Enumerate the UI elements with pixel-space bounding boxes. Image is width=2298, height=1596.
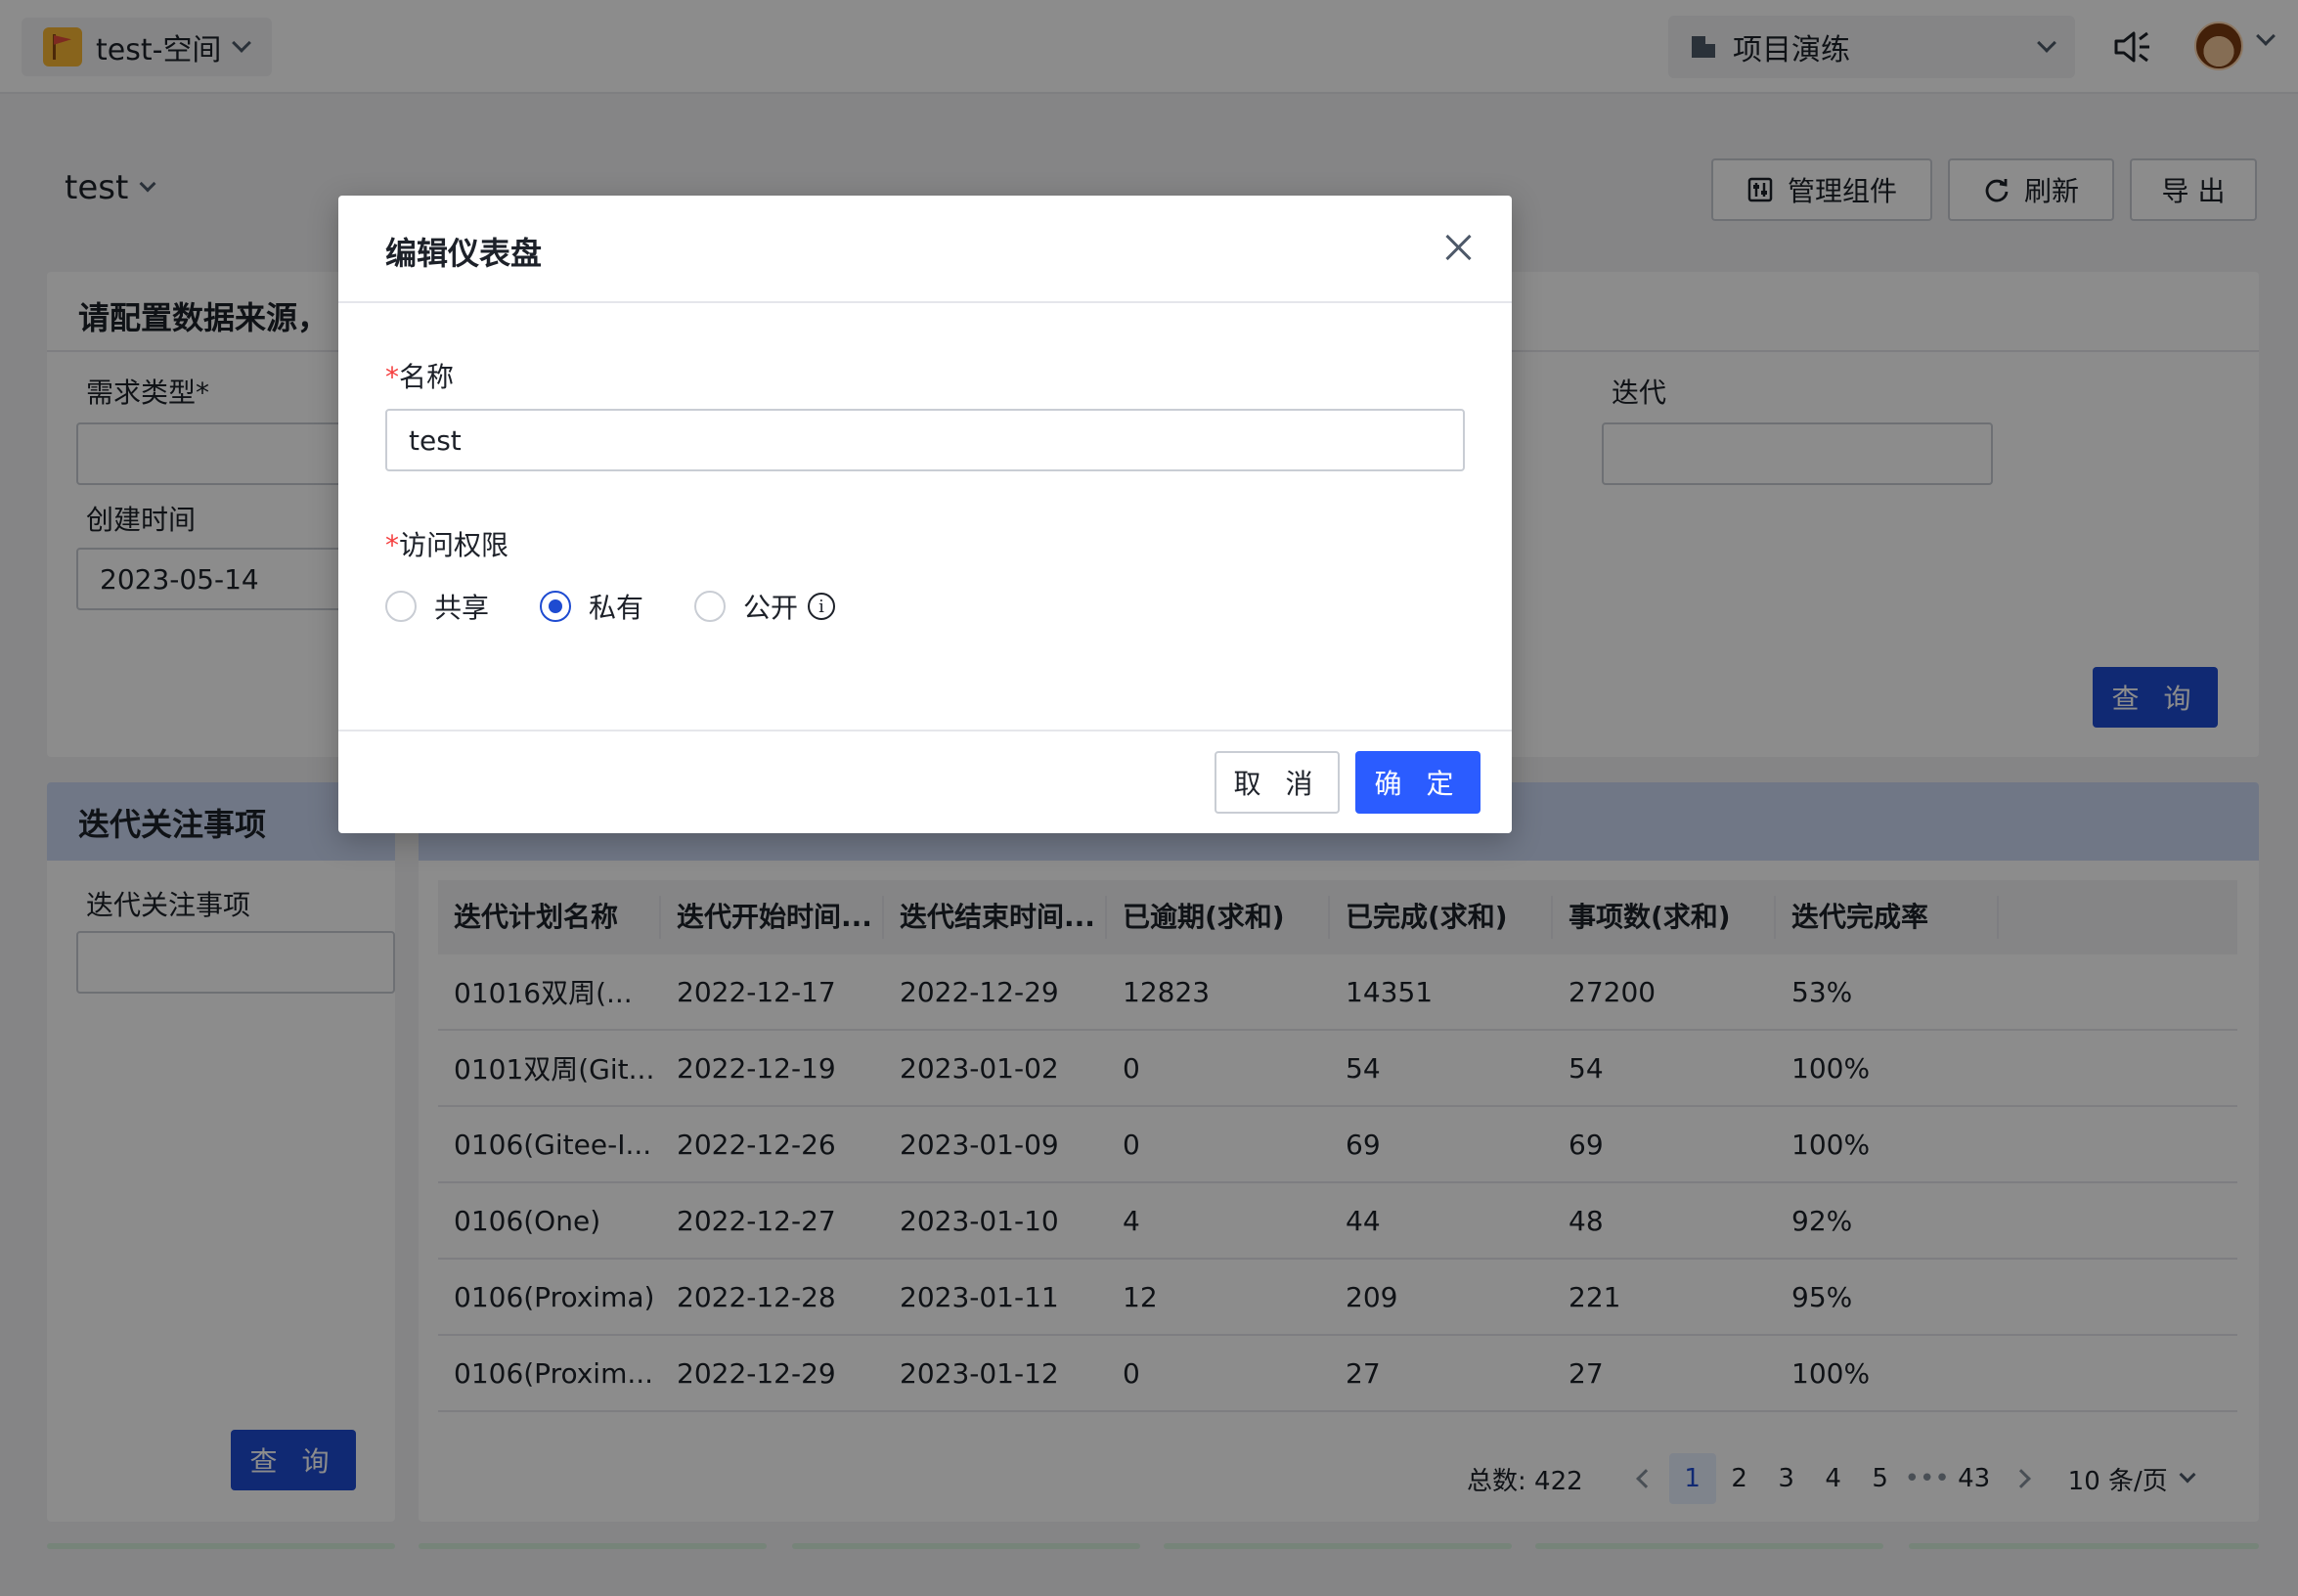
dashboard-name-input[interactable]: test	[385, 409, 1465, 471]
name-label: *名称	[385, 356, 454, 395]
required-mark: *	[385, 529, 399, 561]
name-label-text: 名称	[399, 361, 455, 393]
radio-circle-checked[interactable]	[540, 591, 572, 622]
access-label-text: 访问权限	[399, 529, 509, 561]
access-label: *访问权限	[385, 524, 508, 563]
cancel-button[interactable]: 取 消	[1215, 751, 1340, 814]
radio-label: 共享	[434, 592, 490, 624]
access-radio-group: 共享 私有 公开 i	[385, 587, 836, 626]
confirm-button[interactable]: 确 定	[1355, 751, 1480, 814]
dialog-title: 编辑仪表盘	[385, 235, 543, 272]
dashboard-name-value: test	[409, 423, 462, 457]
dialog-header: 编辑仪表盘	[338, 196, 1512, 303]
dialog-footer: 取 消 确 定	[338, 730, 1512, 833]
radio-shared[interactable]: 共享	[385, 587, 489, 626]
required-mark: *	[385, 361, 399, 393]
radio-label: 公开	[743, 592, 799, 624]
radio-public[interactable]: 公开 i	[694, 587, 836, 626]
radio-private[interactable]: 私有	[540, 587, 643, 626]
info-icon[interactable]: i	[808, 593, 836, 620]
radio-label: 私有	[589, 592, 644, 624]
radio-circle[interactable]	[694, 591, 727, 622]
radio-circle[interactable]	[385, 591, 417, 622]
close-icon[interactable]	[1441, 231, 1475, 264]
edit-dashboard-dialog: 编辑仪表盘 *名称 test *访问权限 共享 私有 公开 i 取 消 确 定	[338, 196, 1512, 833]
